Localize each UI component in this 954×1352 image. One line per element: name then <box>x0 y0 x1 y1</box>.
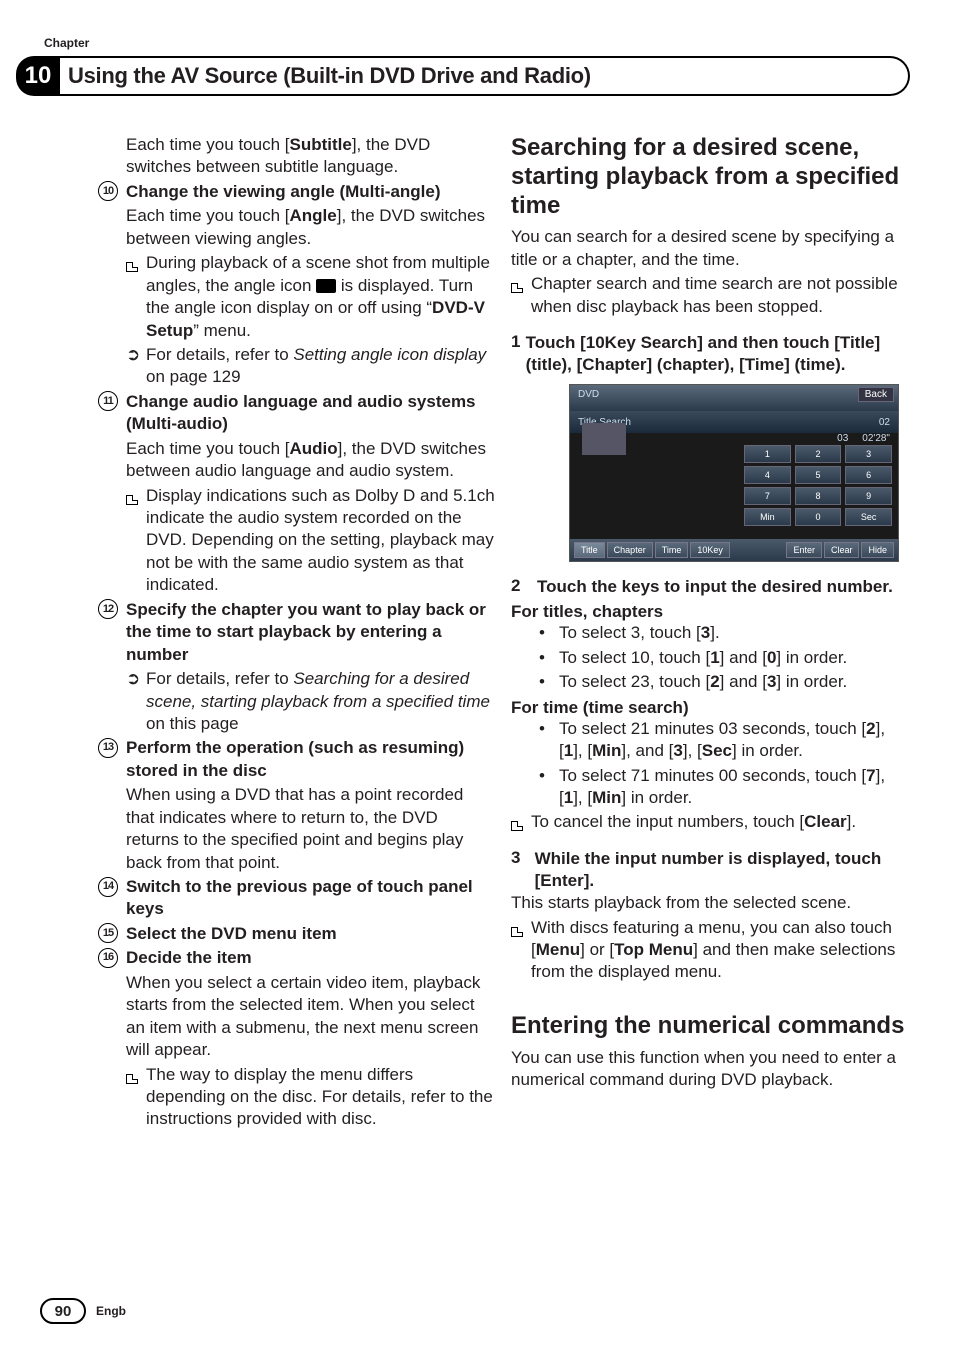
circled-number-10: 10 <box>98 181 118 201</box>
subtitle-continuation: Each time you touch [Subtitle], the DVD … <box>98 134 495 179</box>
left-column: Each time you touch [Subtitle], the DVD … <box>40 134 503 1133</box>
item-11-head: Change audio language and audio systems … <box>126 391 495 436</box>
scr-key-6: 6 <box>845 466 892 484</box>
item-12-xref: ➲ For details, refer to Searching for a … <box>98 668 495 735</box>
step3-body: This starts playback from the selected s… <box>511 892 908 914</box>
item-11-subbullet: Display indications such as Dolby D and … <box>98 485 495 597</box>
tc-bullet-3: •To select 23, touch [2] and [3] in orde… <box>511 671 908 693</box>
xref-icon: ➲ <box>126 668 146 690</box>
tc-bullet-1: •To select 3, touch [3]. <box>511 622 908 644</box>
scr-key-4: 4 <box>744 466 791 484</box>
list-item-12: 12 Specify the chapter you want to play … <box>98 599 495 668</box>
scr-duration: 02'28" <box>862 433 890 444</box>
scr-key-0: 0 <box>795 508 842 526</box>
scr-counter-02: 02 <box>879 417 890 428</box>
circled-number-15: 15 <box>98 923 118 943</box>
scr-tab-chapter: Chapter <box>607 542 653 558</box>
section-heading-search: Searching for a desired scene, starting … <box>511 134 908 220</box>
sub-time-search: For time (time search) <box>511 698 908 718</box>
scr-tab-10key: 10Key <box>690 542 730 558</box>
scr-keypad: 1 2 3 4 5 6 7 8 9 Min <box>744 445 892 529</box>
item-14-head: Switch to the previous page of touch pan… <box>126 876 495 921</box>
item-10-body: Each time you touch [Angle], the DVD swi… <box>98 205 495 250</box>
item-10-head: Change the viewing angle (Multi-angle) <box>126 181 495 203</box>
right-column: Searching for a desired scene, starting … <box>503 134 908 1133</box>
scr-back-button: Back <box>858 387 894 402</box>
step-2: 2 Touch the keys to input the desired nu… <box>511 576 908 598</box>
item-15-head: Select the DVD menu item <box>126 923 495 945</box>
scr-hide: Hide <box>861 542 894 558</box>
item-11-body: Each time you touch [Audio], the DVD swi… <box>98 438 495 483</box>
list-item-10: 10 Change the viewing angle (Multi-angle… <box>98 181 495 205</box>
step-3: 3 While the input number is displayed, t… <box>511 848 908 892</box>
circled-number-13: 13 <box>98 738 118 758</box>
scr-key-5: 5 <box>795 466 842 484</box>
step3-note: With discs featuring a menu, you can als… <box>511 917 908 984</box>
list-item-14: 14 Switch to the previous page of touch … <box>98 876 495 923</box>
chapter-number: 10 <box>16 56 60 96</box>
list-item-15: 15 Select the DVD menu item <box>98 923 495 947</box>
item-16-head: Decide the item <box>126 947 495 969</box>
scr-key-8: 8 <box>795 487 842 505</box>
scr-key-9: 9 <box>845 487 892 505</box>
angle-icon <box>316 279 336 293</box>
list-item-16: 16 Decide the item <box>98 947 495 971</box>
scr-key-3: 3 <box>845 445 892 463</box>
scr-clear: Clear <box>824 542 860 558</box>
time-cancel-note: To cancel the input numbers, touch [Clea… <box>511 811 908 833</box>
scr-dvd-label: DVD <box>578 389 599 407</box>
lang-label: Engb <box>96 1304 126 1318</box>
scr-key-7: 7 <box>744 487 791 505</box>
item-13-body: When using a DVD that has a point record… <box>98 784 495 874</box>
item-12-head: Specify the chapter you want to play bac… <box>126 599 495 666</box>
tc-bullet-2: •To select 10, touch [1] and [0] in orde… <box>511 647 908 669</box>
circled-number-11: 11 <box>98 391 118 411</box>
item-16-body: When you select a certain video item, pl… <box>98 972 495 1062</box>
device-screenshot: DVD 09:45 Back Title Search 02 03 02'28" <box>569 384 899 562</box>
time-bullet-1: •To select 21 minutes 03 seconds, touch … <box>511 718 908 763</box>
scr-key-min: Min <box>744 508 791 526</box>
scr-tab-title: Title <box>574 542 605 558</box>
note-icon <box>126 495 138 505</box>
chapter-title-container: Using the AV Source (Built-in DVD Drive … <box>58 56 910 96</box>
chapter-title: Using the AV Source (Built-in DVD Drive … <box>68 63 591 89</box>
search-intro: You can search for a desired scene by sp… <box>511 226 908 271</box>
scr-key-2: 2 <box>795 445 842 463</box>
scr-thumbnail <box>582 423 626 455</box>
item-10-subbullet: During playback of a scene shot from mul… <box>98 252 495 342</box>
page: Chapter 10 Using the AV Source (Built-in… <box>0 0 954 1352</box>
scr-key-sec: Sec <box>845 508 892 526</box>
chapter-header: 10 Using the AV Source (Built-in DVD Dri… <box>0 56 954 96</box>
scr-key-1: 1 <box>744 445 791 463</box>
numerical-body: You can use this function when you need … <box>511 1047 908 1092</box>
footer: 90 Engb <box>40 1298 126 1324</box>
item-10-xref: ➲ For details, refer to Setting angle ic… <box>98 344 495 389</box>
page-number: 90 <box>40 1298 86 1324</box>
note-icon <box>511 821 523 831</box>
content-columns: Each time you touch [Subtitle], the DVD … <box>40 134 908 1133</box>
list-item-11: 11 Change audio language and audio syste… <box>98 391 495 438</box>
list-item-13: 13 Perform the operation (such as resumi… <box>98 737 495 784</box>
circled-number-16: 16 <box>98 948 118 968</box>
note-icon <box>511 927 523 937</box>
note-icon <box>126 1074 138 1084</box>
time-bullet-2: •To select 71 minutes 00 seconds, touch … <box>511 765 908 810</box>
sub-titles-chapters: For titles, chapters <box>511 602 908 622</box>
search-note: Chapter search and time search are not p… <box>511 273 908 318</box>
note-icon <box>126 262 138 272</box>
note-icon <box>511 283 523 293</box>
item-16-subbullet: The way to display the menu differs depe… <box>98 1064 495 1131</box>
item-13-head: Perform the operation (such as resuming)… <box>126 737 495 782</box>
scr-enter: Enter <box>786 542 822 558</box>
step-1: 1 Touch [10Key Search] and then touch [T… <box>511 332 908 376</box>
circled-number-14: 14 <box>98 877 118 897</box>
circled-number-12: 12 <box>98 599 118 619</box>
chapter-label: Chapter <box>44 36 89 50</box>
section-heading-numerical: Entering the numerical commands <box>511 1012 908 1041</box>
xref-icon: ➲ <box>126 344 146 366</box>
scr-counter-03: 03 <box>837 433 848 444</box>
scr-tab-time: Time <box>655 542 689 558</box>
